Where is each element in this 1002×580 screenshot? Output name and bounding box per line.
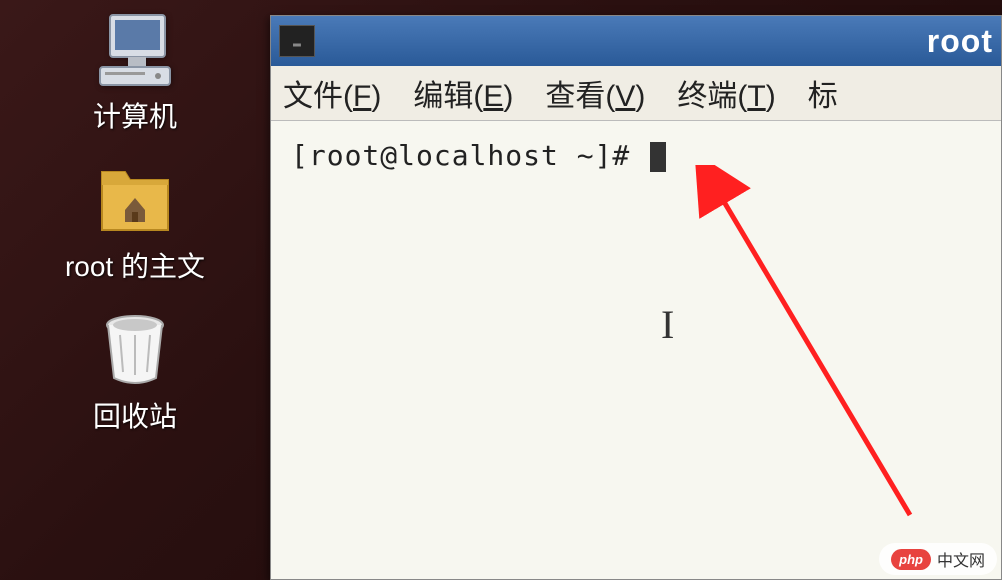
menu-file[interactable]: 文件(F)	[283, 71, 381, 115]
window-title: root	[927, 23, 993, 60]
terminal-window: ▂ root 文件(F) 编辑(E) 查看(V) 终端(T) 标 [root@l…	[270, 15, 1002, 580]
desktop-area: 计算机 root 的主文 回收站	[0, 0, 270, 580]
trash-icon	[90, 310, 180, 390]
titlebar[interactable]: ▂ root	[271, 16, 1001, 66]
desktop-icon-label: root 的主文	[65, 245, 205, 285]
computer-icon	[90, 10, 180, 90]
desktop-icon-label: 回收站	[93, 395, 177, 435]
desktop-icon-trash[interactable]: 回收站	[0, 310, 270, 435]
menu-view[interactable]: 查看(V)	[545, 71, 645, 115]
desktop-icon-label: 计算机	[93, 95, 177, 135]
menu-terminal[interactable]: 终端(T)	[677, 71, 775, 115]
watermark-text: 中文网	[937, 547, 985, 571]
ibeam-cursor-icon: I	[661, 301, 674, 348]
watermark: php 中文网	[879, 543, 997, 575]
watermark-logo: php	[891, 549, 931, 570]
folder-home-icon	[90, 160, 180, 240]
menu-edit[interactable]: 编辑(E)	[413, 71, 513, 115]
menu-tabs[interactable]: 标	[808, 71, 838, 115]
terminal-app-icon: ▂	[279, 25, 315, 57]
desktop-icon-computer[interactable]: 计算机	[0, 10, 270, 135]
terminal-cursor	[650, 142, 666, 172]
desktop-icon-home[interactable]: root 的主文	[0, 160, 270, 285]
menubar: 文件(F) 编辑(E) 查看(V) 终端(T) 标	[271, 66, 1001, 121]
terminal-content[interactable]: [root@localhost ~]# I	[271, 121, 1001, 579]
terminal-prompt: [root@localhost ~]#	[291, 139, 630, 172]
